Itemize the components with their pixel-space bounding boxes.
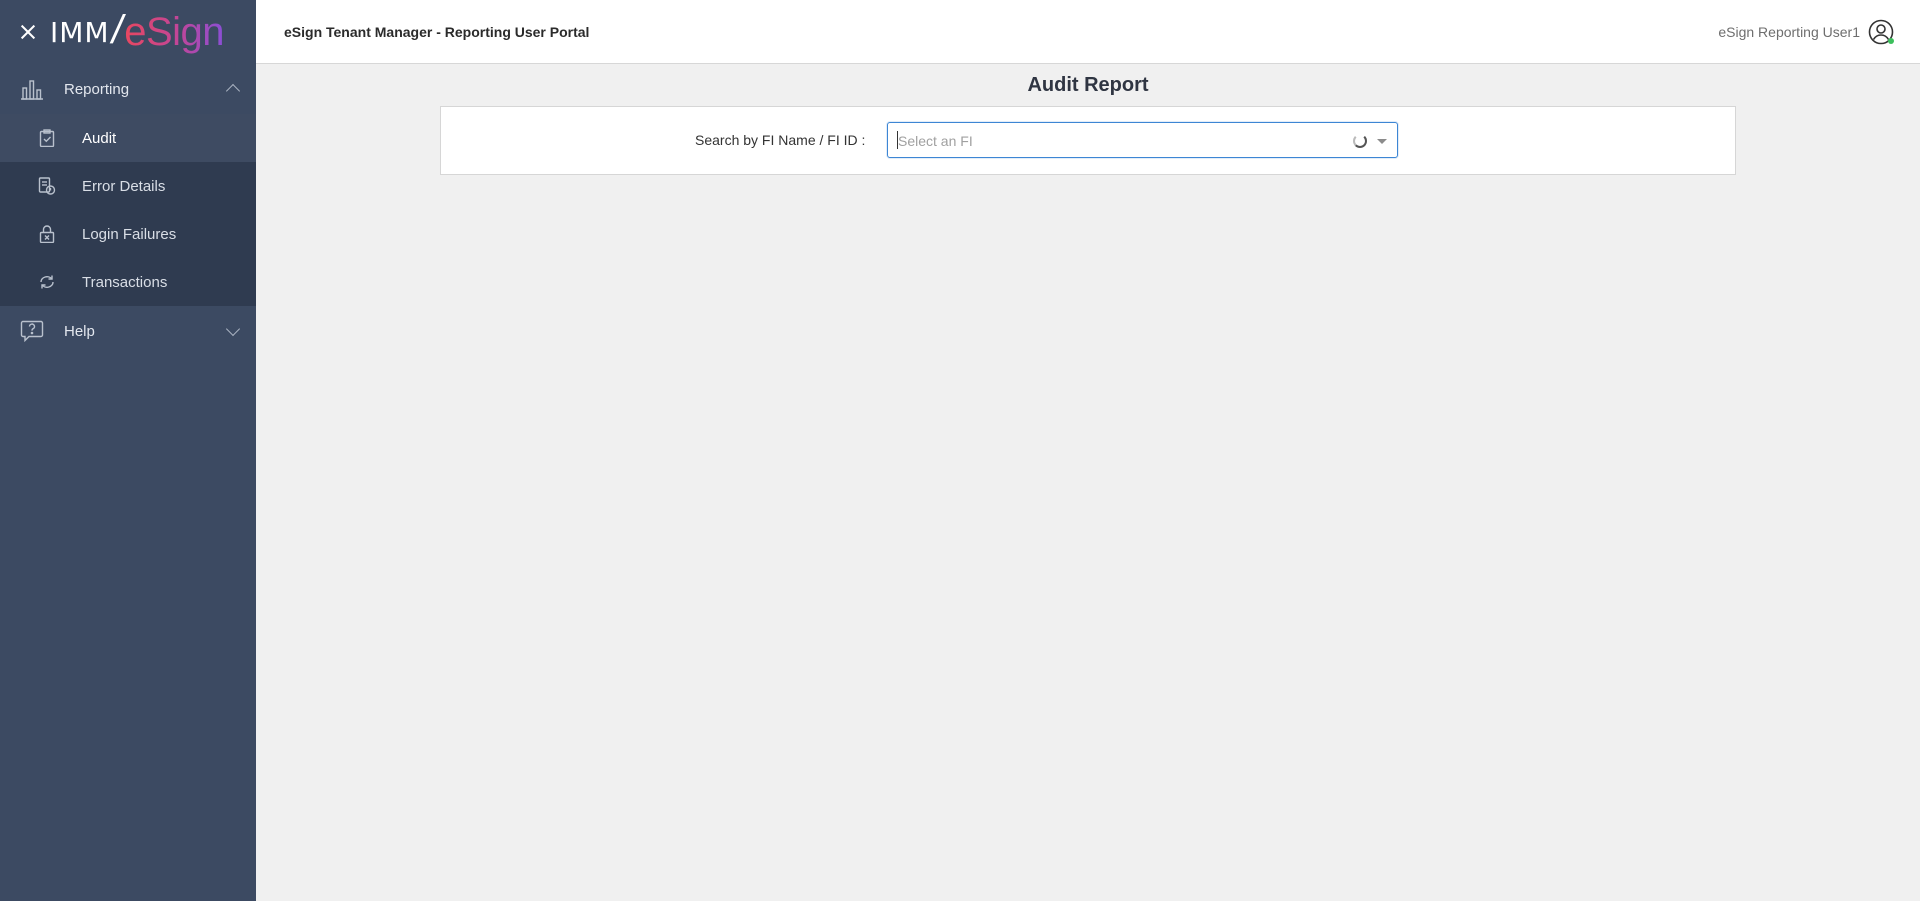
sidebar: IMM / eSign Reporting Audit Error Detail… bbox=[0, 0, 256, 901]
portal-title: eSign Tenant Manager - Reporting User Po… bbox=[284, 23, 590, 40]
imm-esign-logo: IMM / eSign bbox=[50, 8, 225, 55]
fi-select-placeholder: Select an FI bbox=[898, 133, 973, 149]
clipboard-check-icon bbox=[38, 129, 56, 147]
chevron-down-icon[interactable] bbox=[225, 321, 241, 337]
sidebar-item-error-details[interactable]: Error Details bbox=[0, 162, 256, 210]
user-avatar-icon[interactable] bbox=[1868, 19, 1894, 45]
cycle-icon bbox=[38, 273, 56, 291]
logo-imm-text: IMM bbox=[50, 15, 110, 49]
dropdown-arrow-icon[interactable] bbox=[1377, 139, 1387, 144]
sidebar-item-label: Audit bbox=[82, 129, 117, 147]
reporting-submenu: Audit Error Details Login Failures Trans… bbox=[0, 114, 256, 306]
help-icon bbox=[20, 320, 44, 342]
sidebar-item-audit[interactable]: Audit bbox=[0, 114, 256, 162]
sidebar-item-label: Transactions bbox=[82, 273, 168, 291]
sidebar-item-transactions[interactable]: Transactions bbox=[0, 258, 256, 306]
sidebar-section-reporting[interactable]: Reporting bbox=[0, 64, 256, 114]
logo-esign-text: eSign bbox=[124, 9, 225, 54]
document-error-icon bbox=[38, 177, 56, 195]
bar-chart-icon bbox=[21, 80, 43, 100]
chevron-up-icon[interactable] bbox=[225, 83, 241, 99]
loading-spinner-icon bbox=[1353, 134, 1367, 148]
top-header: eSign Tenant Manager - Reporting User Po… bbox=[256, 0, 1920, 64]
sidebar-section-help[interactable]: Help bbox=[0, 306, 256, 356]
search-panel: Search by FI Name / FI ID : Select an FI bbox=[440, 106, 1736, 175]
sidebar-section-label: Help bbox=[64, 322, 95, 340]
sidebar-item-login-failures[interactable]: Login Failures bbox=[0, 210, 256, 258]
page-title: Audit Report bbox=[1027, 74, 1149, 96]
fi-select[interactable]: Select an FI bbox=[887, 122, 1398, 158]
online-status-dot bbox=[1888, 37, 1894, 44]
close-icon[interactable] bbox=[18, 22, 38, 42]
user-name: eSign Reporting User1 bbox=[1718, 23, 1860, 40]
lock-x-icon bbox=[38, 225, 56, 243]
brand-bar: IMM / eSign bbox=[0, 0, 256, 64]
search-label: Search by FI Name / FI ID : bbox=[695, 132, 866, 148]
user-menu[interactable]: eSign Reporting User1 bbox=[1718, 19, 1894, 45]
sidebar-section-label: Reporting bbox=[64, 80, 130, 98]
sidebar-item-label: Login Failures bbox=[82, 225, 177, 243]
sidebar-item-label: Error Details bbox=[82, 177, 166, 195]
